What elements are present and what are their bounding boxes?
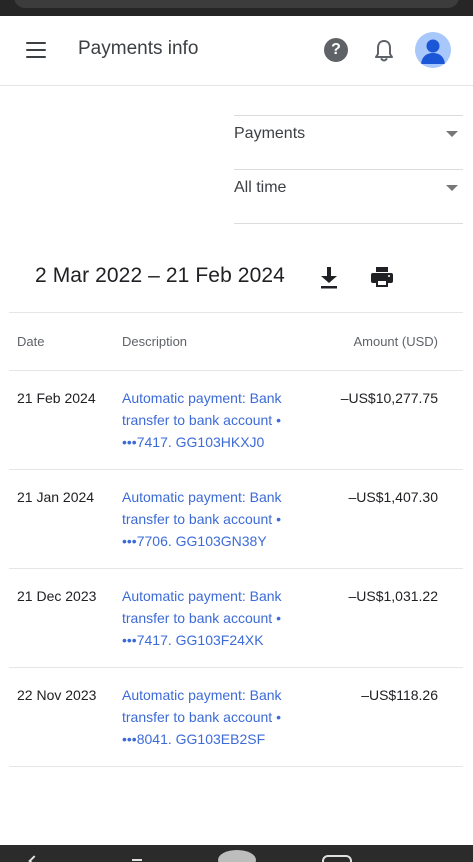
row-description-link[interactable]: Automatic payment: Bank transfer to bank… xyxy=(122,684,302,750)
payments-page: Payments info ? Payments All time 2 Mar … xyxy=(0,0,473,862)
time-period-value: All time xyxy=(234,179,287,196)
table-row: 21 Jan 2024 Automatic payment: Bank tran… xyxy=(9,470,463,569)
table-row: 21 Feb 2024 Automatic payment: Bank tran… xyxy=(9,371,463,470)
row-date: 21 Feb 2024 xyxy=(17,390,96,406)
table-header: Date Description Amount (USD) xyxy=(9,312,463,371)
payments-type-value: Payments xyxy=(234,125,306,142)
home-button[interactable] xyxy=(218,850,256,862)
address-bar[interactable] xyxy=(14,0,459,8)
row-amount: –US$1,407.30 xyxy=(348,489,438,505)
row-description-link[interactable]: Automatic payment: Bank transfer to bank… xyxy=(122,486,302,552)
bell-icon[interactable] xyxy=(372,38,396,64)
date-range-label: 2 Mar 2022 – 21 Feb 2024 xyxy=(35,264,285,287)
chevron-down-icon xyxy=(446,131,458,137)
row-description-link[interactable]: Automatic payment: Bank transfer to bank… xyxy=(122,585,302,651)
filter-divider xyxy=(234,223,463,224)
download-icon[interactable] xyxy=(318,264,340,290)
avatar-icon[interactable] xyxy=(415,32,451,68)
print-icon[interactable] xyxy=(370,265,394,289)
row-date: 22 Nov 2023 xyxy=(17,687,97,703)
tabs-icon[interactable] xyxy=(322,855,352,862)
system-nav-bar xyxy=(0,845,473,862)
payments-type-dropdown[interactable]: Payments xyxy=(234,115,463,169)
table-row: 21 Dec 2023 Automatic payment: Bank tran… xyxy=(9,569,463,668)
payments-table: Date Description Amount (USD) 21 Feb 202… xyxy=(9,312,463,767)
app-bar: Payments info ? xyxy=(0,16,473,86)
row-amount: –US$1,031.22 xyxy=(348,588,438,604)
column-header-description: Description xyxy=(122,334,188,349)
chevron-down-icon xyxy=(446,185,458,191)
row-date: 21 Dec 2023 xyxy=(17,588,97,604)
table-row: 22 Nov 2023 Automatic payment: Bank tran… xyxy=(9,668,463,767)
column-header-date: Date xyxy=(17,334,45,349)
row-amount: –US$10,277.75 xyxy=(340,390,438,406)
page-title: Payments info xyxy=(78,38,199,59)
row-description-link[interactable]: Automatic payment: Bank transfer to bank… xyxy=(122,387,302,453)
recents-icon[interactable] xyxy=(132,859,142,861)
back-icon[interactable] xyxy=(28,855,40,862)
menu-icon[interactable] xyxy=(24,38,50,64)
row-date: 21 Jan 2024 xyxy=(17,489,95,505)
browser-top-strip xyxy=(0,0,473,16)
time-period-dropdown[interactable]: All time xyxy=(234,169,463,223)
row-amount: –US$118.26 xyxy=(361,687,438,703)
help-icon[interactable]: ? xyxy=(324,38,348,62)
column-header-amount: Amount (USD) xyxy=(353,334,438,349)
